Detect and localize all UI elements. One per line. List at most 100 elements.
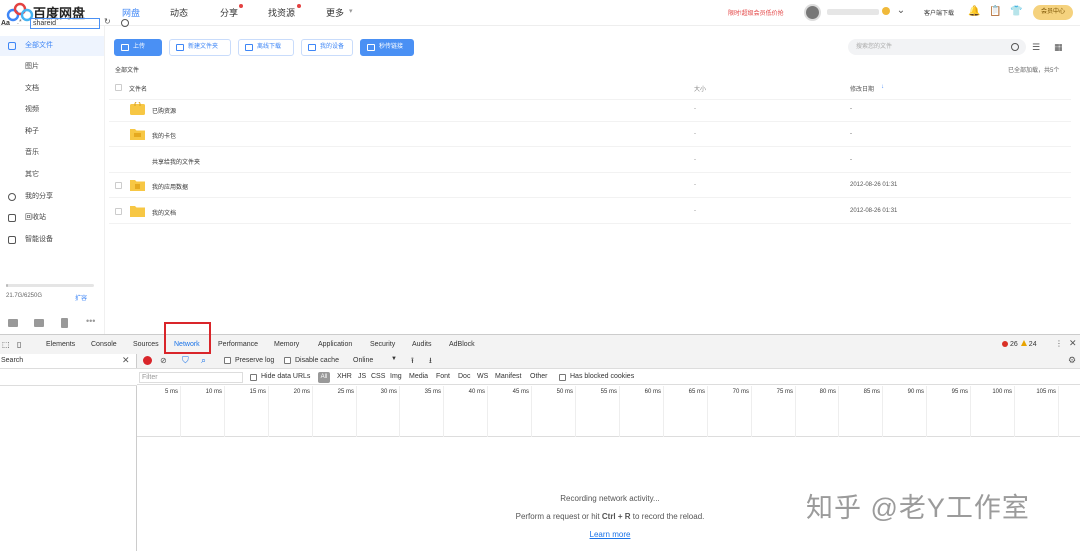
import-har-icon[interactable]: ⭱	[411, 355, 414, 369]
type-filter-ws[interactable]: WS	[477, 373, 488, 380]
bell-icon[interactable]: 🔔	[968, 6, 980, 18]
client-download-link[interactable]: 客户端下载	[924, 8, 954, 17]
close-icon[interactable]: ✕	[122, 355, 130, 366]
record-icon[interactable]	[143, 356, 152, 365]
file-name[interactable]: 我的文档	[152, 208, 176, 217]
nav-link-more[interactable]: 更多	[326, 6, 344, 19]
file-name[interactable]: 共享给我的文件夹	[152, 157, 200, 166]
table-row[interactable]: 我的卡包 - -	[109, 122, 1071, 147]
grid-view-icon[interactable]: ▦	[1054, 43, 1064, 52]
promo-link[interactable]: 限时!超级会员低价抢	[728, 8, 784, 17]
learn-more-link[interactable]: Learn more	[560, 530, 660, 539]
type-filter-font[interactable]: Font	[436, 373, 450, 380]
tab-memory[interactable]: Memory	[274, 341, 299, 348]
app-icon[interactable]	[8, 319, 18, 327]
type-filter-other[interactable]: Other	[530, 373, 548, 380]
disable-cache-checkbox[interactable]	[284, 357, 291, 364]
type-filter-doc[interactable]: Doc	[458, 373, 470, 380]
table-row[interactable]: 我的文档 - 2012-08-26 01:31	[109, 199, 1071, 224]
my-devices-button[interactable]: 我的设备	[301, 39, 353, 56]
kebab-menu-icon[interactable]: ⋮	[1055, 339, 1063, 348]
avatar[interactable]	[804, 4, 821, 21]
tab-audits[interactable]: Audits	[412, 341, 431, 348]
more-icon[interactable]: •••	[86, 316, 95, 326]
hide-data-urls-label[interactable]: Hide data URLs	[261, 373, 310, 380]
column-header-modified[interactable]: 修改日期	[850, 84, 874, 93]
column-header-size[interactable]: 大小	[694, 84, 706, 93]
table-row[interactable]: 我的应用数据 - 2012-08-26 01:31	[109, 173, 1071, 198]
phone-icon[interactable]	[61, 318, 68, 328]
sidebar-item-smart-devices[interactable]: 智能设备	[0, 230, 104, 250]
breadcrumb[interactable]: 全部文件	[115, 65, 139, 74]
tab-security[interactable]: Security	[370, 341, 395, 348]
disable-cache-label[interactable]: Disable cache	[295, 357, 339, 364]
screen-icon[interactable]	[34, 319, 44, 327]
search-icon[interactable]	[1011, 43, 1019, 51]
select-all-checkbox[interactable]	[115, 84, 122, 91]
row-checkbox[interactable]	[115, 208, 122, 215]
table-row[interactable]: 已购资源 - -	[109, 97, 1071, 122]
inspect-element-icon[interactable]: ⬚	[2, 340, 10, 349]
type-filter-media[interactable]: Media	[409, 373, 428, 380]
device-toolbar-icon[interactable]: ▯	[17, 340, 21, 349]
tab-adblock[interactable]: AdBlock	[449, 341, 475, 348]
file-name[interactable]: 我的应用数据	[152, 182, 188, 191]
file-name[interactable]: 我的卡包	[152, 131, 176, 140]
has-blocked-cookies-checkbox[interactable]	[559, 374, 566, 381]
search-icon[interactable]: ⌕	[201, 355, 206, 366]
type-filter-js[interactable]: JS	[358, 373, 366, 380]
sidebar-item-documents[interactable]: 文档	[0, 79, 104, 99]
sidebar-item-music[interactable]: 音乐	[0, 143, 104, 163]
new-folder-button[interactable]: 新建文件夹	[169, 39, 231, 56]
username-blurred[interactable]	[827, 9, 879, 15]
sort-icon[interactable]: ☰	[1032, 43, 1042, 52]
export-har-icon[interactable]: ⭳	[429, 355, 432, 369]
chevron-down-icon[interactable]: ⌄	[895, 5, 907, 17]
filter-icon[interactable]: ⛉	[182, 355, 189, 366]
column-header-name[interactable]: 文件名	[129, 84, 147, 93]
type-filter-xhr[interactable]: XHR	[337, 373, 352, 380]
nav-link-activity[interactable]: 动态	[170, 6, 188, 19]
hide-data-urls-checkbox[interactable]	[250, 374, 257, 381]
type-filter-css[interactable]: CSS	[371, 373, 385, 380]
type-filter-manifest[interactable]: Manifest	[495, 373, 521, 380]
nav-link-share[interactable]: 分享	[220, 6, 238, 19]
refresh-icon[interactable]: ↻	[104, 17, 111, 26]
sidebar-item-my-shares[interactable]: 我的分享	[0, 187, 104, 207]
throttling-select[interactable]: Online	[353, 357, 373, 364]
sidebar-item-images[interactable]: 图片	[0, 57, 104, 77]
tab-elements[interactable]: Elements	[46, 341, 75, 348]
offline-download-button[interactable]: 离线下载	[238, 39, 294, 56]
row-checkbox[interactable]	[115, 182, 122, 189]
regex-toggle[interactable]: .*	[17, 19, 22, 26]
sidebar-item-all-files[interactable]: 全部文件	[0, 36, 104, 56]
match-case-toggle[interactable]: Aa	[1, 20, 10, 27]
chevron-down-icon[interactable]: ▼	[391, 356, 397, 362]
file-name[interactable]: 已购资源	[152, 106, 176, 115]
tab-application[interactable]: Application	[318, 341, 352, 348]
instant-link-button[interactable]: 秒传链接	[360, 39, 414, 56]
preserve-log-checkbox[interactable]	[224, 357, 231, 364]
shirt-icon[interactable]: 👕	[1010, 6, 1022, 18]
close-icon[interactable]: ✕	[1069, 338, 1077, 349]
file-search-input[interactable]: 搜索您的文件	[848, 39, 1026, 55]
clear-icon[interactable]	[121, 19, 129, 27]
nav-link-find-resources[interactable]: 找资源	[268, 6, 295, 19]
sort-arrow-icon[interactable]: ↓	[881, 84, 884, 90]
table-row[interactable]: 共享给我的文件夹 - -	[109, 148, 1071, 173]
type-filter-img[interactable]: Img	[390, 373, 402, 380]
clipboard-icon[interactable]: 📋	[989, 6, 1001, 18]
filter-input[interactable]: Filter	[139, 372, 243, 383]
type-filter-all[interactable]: All	[318, 372, 330, 383]
sidebar-item-torrents[interactable]: 种子	[0, 122, 104, 142]
search-query-input[interactable]: shareid	[30, 18, 100, 29]
tab-console[interactable]: Console	[91, 341, 117, 348]
tab-sources[interactable]: Sources	[133, 341, 159, 348]
has-blocked-cookies-label[interactable]: Has blocked cookies	[570, 373, 634, 380]
upload-button[interactable]: 上传	[114, 39, 162, 56]
sidebar-item-recycle-bin[interactable]: 回收站	[0, 208, 104, 228]
nav-link-netdisk[interactable]: 网盘	[122, 6, 140, 19]
chevron-down-icon[interactable]: ▾	[349, 7, 353, 15]
clear-log-icon[interactable]: ⊘	[160, 356, 167, 365]
error-warning-counter[interactable]: 26 24	[1002, 340, 1037, 348]
